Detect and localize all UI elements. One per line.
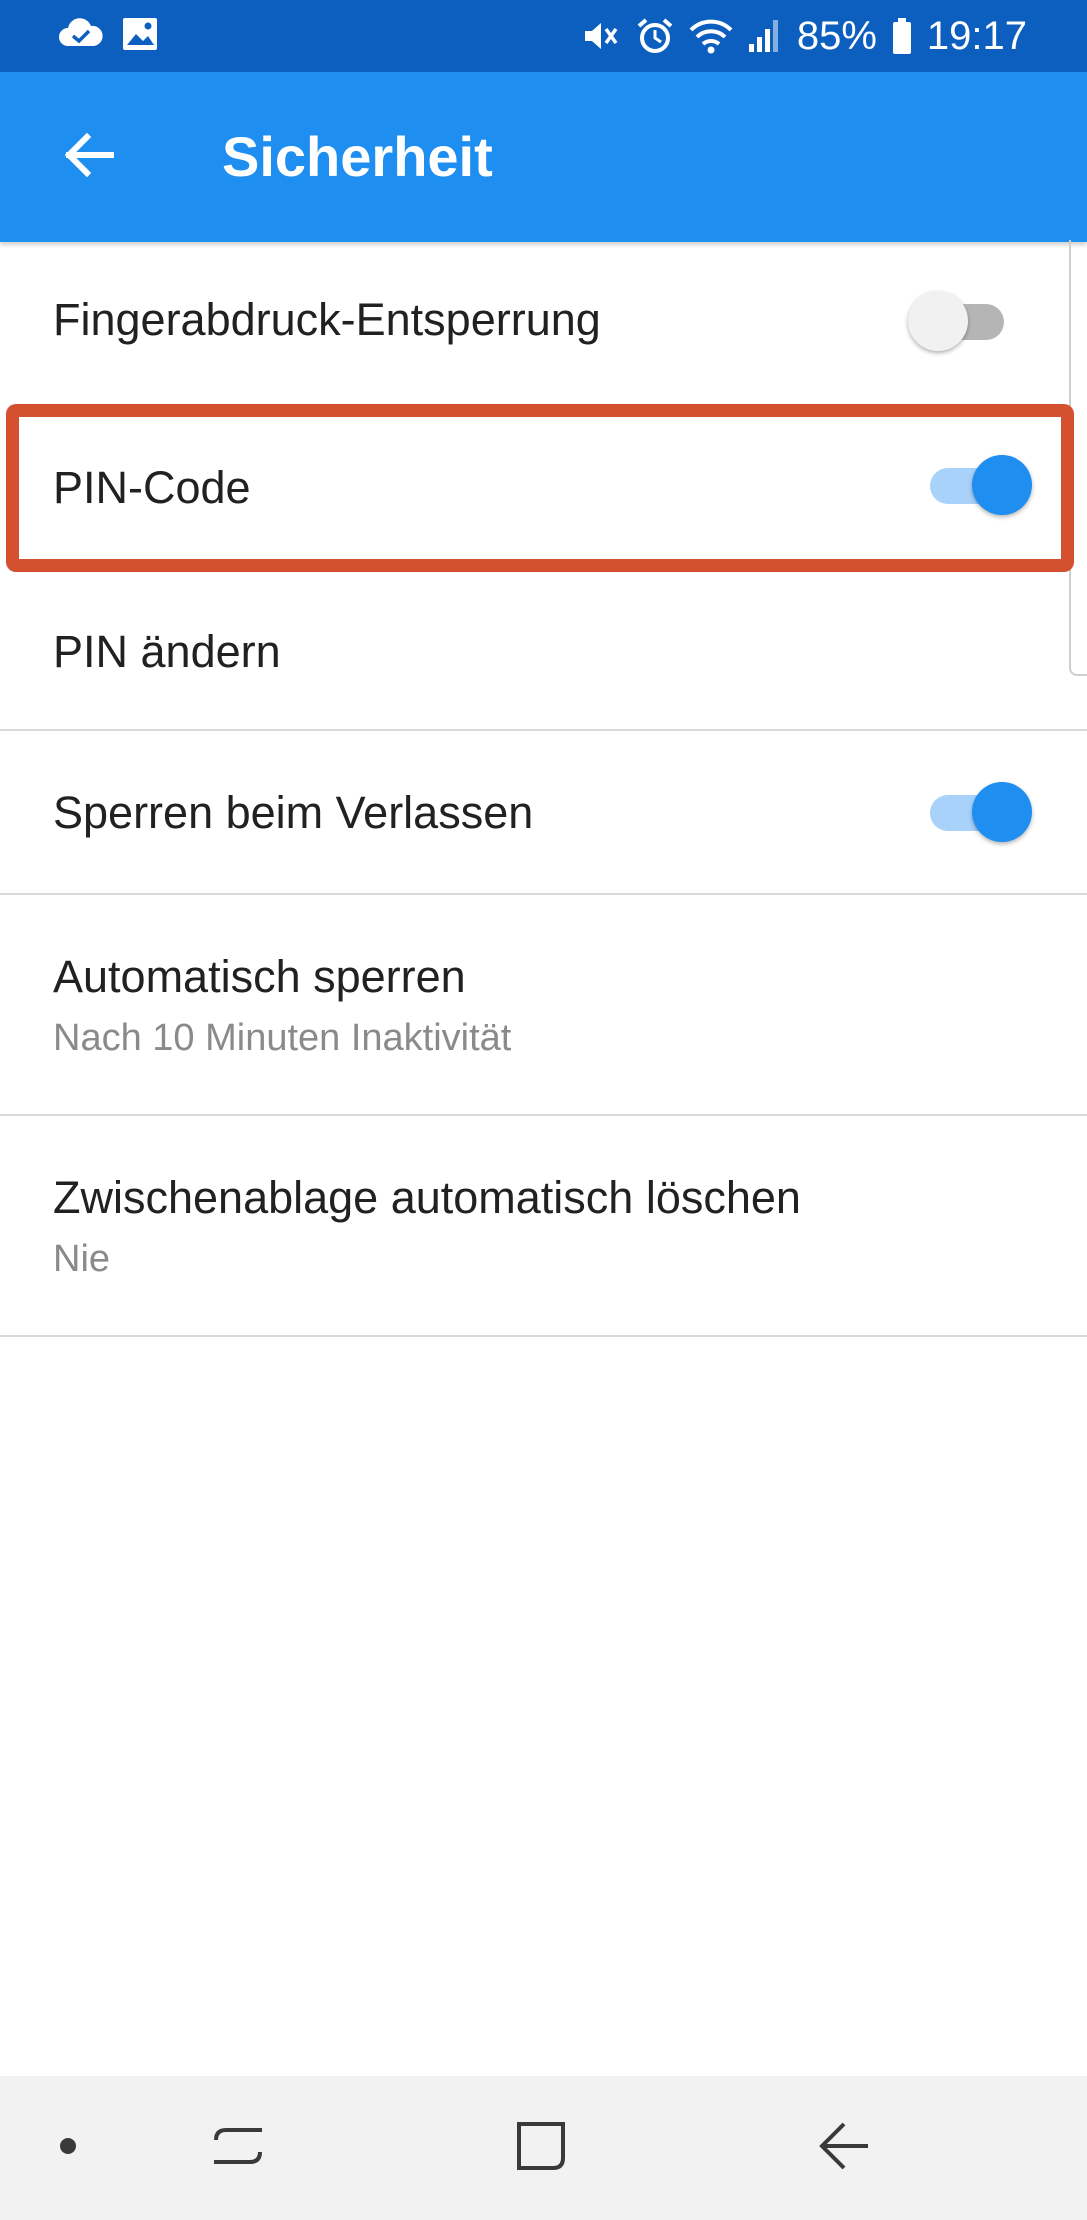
arrow-left-icon — [61, 127, 117, 188]
recent-apps-button[interactable] — [202, 2112, 274, 2184]
wifi-icon — [689, 16, 733, 56]
setting-auto-lock-value: Nach 10 Minuten Inaktivität — [53, 1017, 512, 1059]
clock: 19:17 — [926, 13, 1027, 58]
navigation-bar — [0, 2076, 1087, 2220]
alarm-icon — [635, 16, 675, 56]
toggle-thumb — [908, 291, 968, 351]
setting-fingerprint-label: Fingerabdruck-Entsperrung — [53, 294, 601, 345]
setting-clipboard-label: Zwischenablage automatisch löschen — [53, 1172, 801, 1223]
signal-icon — [747, 16, 783, 56]
setting-clipboard-row[interactable]: Zwischenablage automatisch löschen Nie — [0, 1116, 1087, 1336]
nav-dot-button[interactable] — [32, 2112, 104, 2184]
battery-icon — [891, 16, 913, 56]
home-button[interactable] — [505, 2112, 577, 2184]
back-button[interactable] — [54, 122, 124, 192]
setting-auto-lock-row[interactable]: Automatisch sperren Nach 10 Minuten Inak… — [0, 895, 1087, 1115]
cloud-check-icon — [58, 14, 104, 54]
dot-icon — [56, 2134, 80, 2163]
back-icon — [814, 2116, 874, 2181]
setting-auto-lock-label: Automatisch sperren — [53, 951, 466, 1002]
setting-change-pin-label: PIN ändern — [53, 626, 281, 677]
battery-percent: 85% — [796, 13, 877, 58]
status-bar: 85% 19:17 — [0, 0, 1087, 72]
toggle-thumb — [972, 782, 1032, 842]
setting-change-pin-row[interactable]: PIN ändern — [0, 574, 1087, 730]
setting-clipboard-value: Nie — [53, 1238, 111, 1280]
setting-lock-on-exit-row[interactable]: Sperren beim Verlassen — [0, 731, 1087, 894]
system-back-button[interactable] — [808, 2112, 880, 2184]
recent-apps-icon — [208, 2116, 268, 2181]
fingerprint-toggle[interactable] — [908, 291, 1008, 351]
lock-on-exit-toggle[interactable] — [930, 782, 1032, 842]
home-icon — [511, 2116, 571, 2181]
highlight-frame — [6, 404, 1074, 572]
image-icon — [120, 14, 160, 54]
mute-icon — [581, 16, 621, 56]
divider — [0, 1335, 1087, 1337]
setting-fingerprint-row[interactable]: Fingerabdruck-Entsperrung — [0, 242, 1087, 402]
setting-lock-on-exit-label: Sperren beim Verlassen — [53, 787, 534, 838]
page-title: Sicherheit — [222, 125, 493, 188]
app-bar: Sicherheit — [0, 72, 1087, 242]
